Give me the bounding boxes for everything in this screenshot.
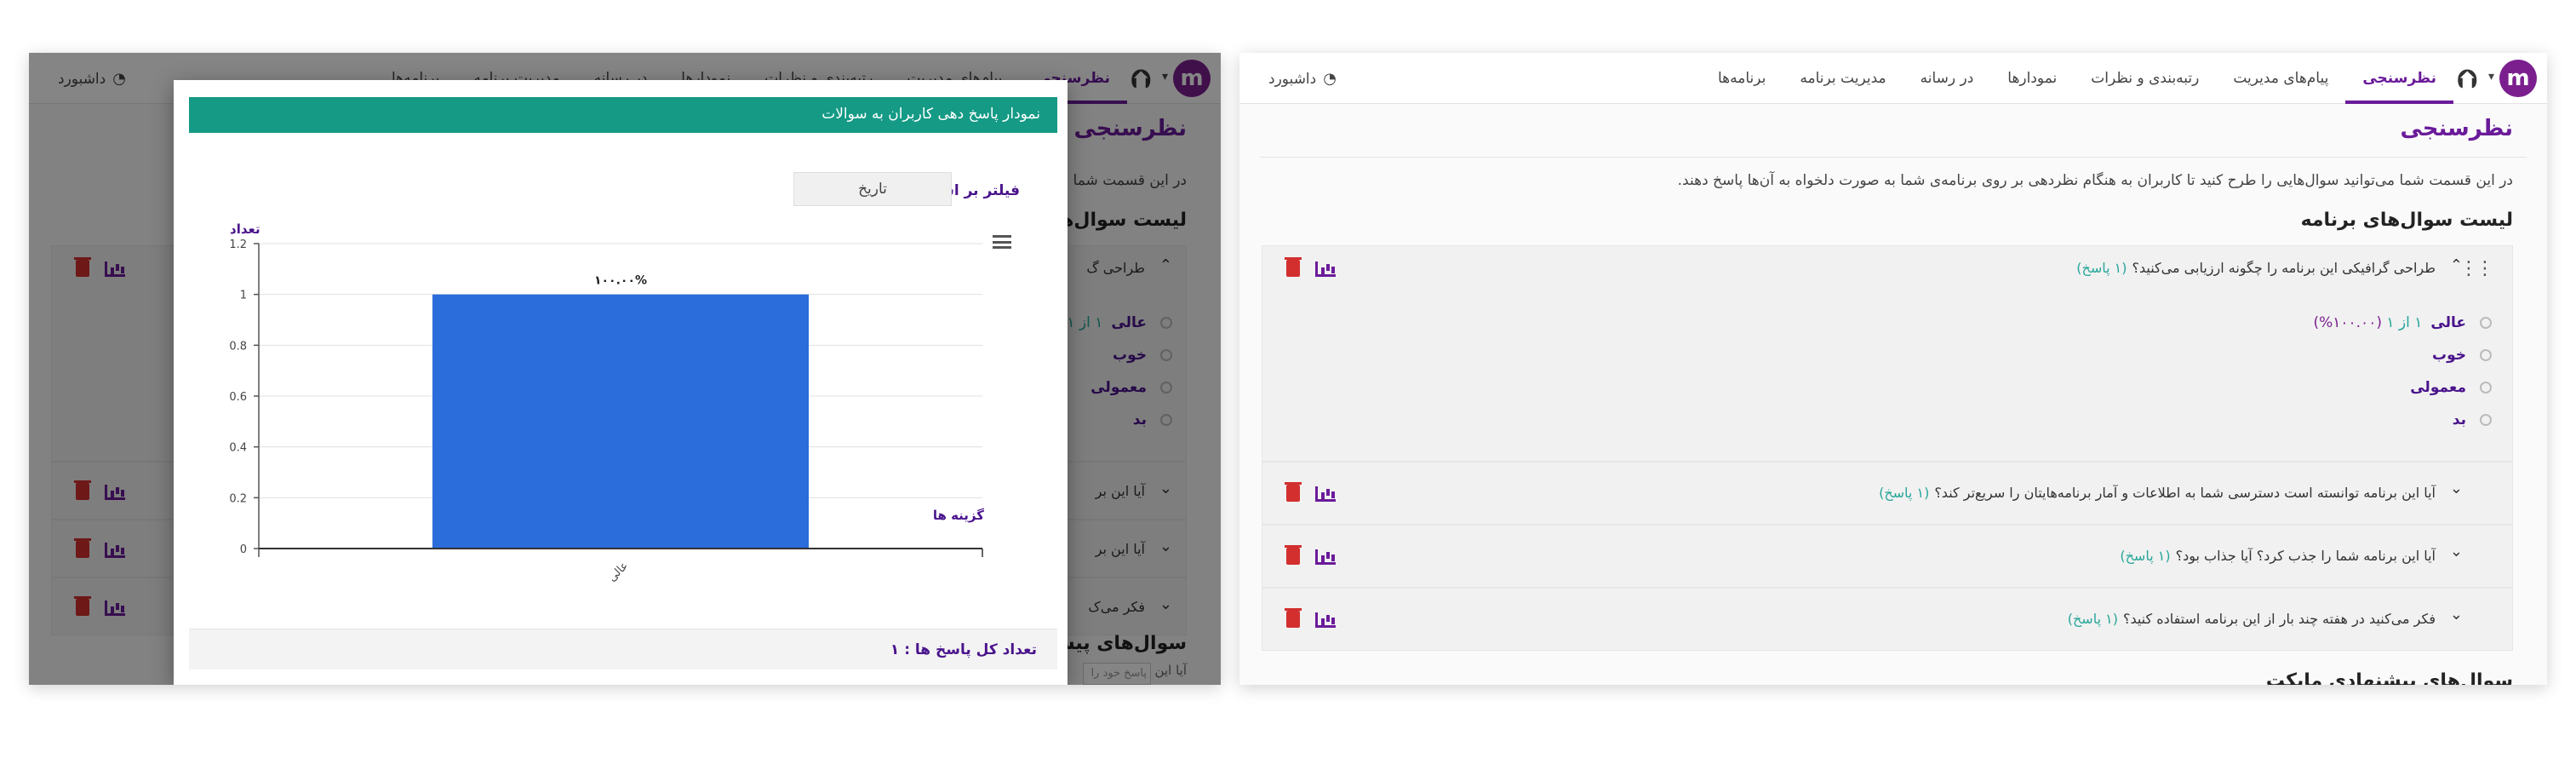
filter-select[interactable]: تاریخ xyxy=(793,172,952,206)
bar-chart-icon[interactable] xyxy=(1315,549,1336,565)
chart-y-tick-label: 0.2 xyxy=(229,492,247,505)
chart-y-tick-label: 1 xyxy=(240,290,247,302)
question-text[interactable]: آیا این برنامه شما را جذب کرد؟ آیا جذاب … xyxy=(2120,548,2436,564)
chevron-down-icon[interactable]: ⌄ xyxy=(2450,480,2463,497)
trash-icon[interactable] xyxy=(1285,608,1302,628)
nav-item-survey[interactable]: نظرسنجی xyxy=(2345,53,2453,104)
main-nav: برنامه‌ها مدیریت برنامه در رسانه نموداره… xyxy=(1701,53,2453,104)
option-row: خوب xyxy=(2432,347,2492,364)
drag-handle-icon[interactable]: ⋮⋮ xyxy=(2459,258,2494,279)
top-navbar: m ▾ ⮉ برنامه‌ها مدیریت برنامه در رسانه ن… xyxy=(1239,53,2547,104)
question-tools xyxy=(1285,482,1346,503)
chart-y-tick-label: 0 xyxy=(240,543,247,556)
chevron-down-icon[interactable]: ⌄ xyxy=(2450,543,2463,560)
survey-page-panel: m ▾ ⮉ برنامه‌ها مدیریت برنامه در رسانه ن… xyxy=(1239,53,2547,685)
nav-item-in-media[interactable]: در رسانه xyxy=(1903,53,1991,104)
responses-bar-chart: ۱۰۰.۰۰% 0 0.2 0.4 0.6 0.8 1 1.2 عالی تعداد گزین… xyxy=(229,221,984,584)
divider xyxy=(1260,157,2527,158)
main-content: نظرسنجی در این قسمت شما می‌توانید سوال‌ه… xyxy=(1239,104,2547,685)
chart-x-axis-label: گزینه ها xyxy=(933,508,984,523)
chart-y-tick-label: 0.6 xyxy=(229,391,247,404)
m-logo-icon[interactable]: m xyxy=(2499,60,2537,97)
chart-bar xyxy=(432,294,809,549)
page-title: نظرسنجی xyxy=(2400,116,2514,141)
question-text[interactable]: آیا این برنامه توانسته است دسترسی شما به… xyxy=(1879,485,2436,501)
gauge-icon: ◔ xyxy=(1323,70,1337,88)
question-tools xyxy=(1285,545,1346,566)
trash-icon[interactable] xyxy=(1285,545,1302,565)
bar-chart-icon[interactable] xyxy=(1315,486,1336,502)
question-card: ⌄ فکر می‌کنید در هفته چند بار از این برن… xyxy=(1262,588,2513,651)
nav-item-charts[interactable]: نمودارها xyxy=(1990,53,2074,104)
chevron-down-icon[interactable]: ▾ xyxy=(2488,70,2494,83)
nav-item-apps[interactable]: برنامه‌ها xyxy=(1701,53,1783,104)
suggested-questions-title: سوال‌های پیشنهادی مایکت xyxy=(2265,670,2513,685)
bar-chart-icon[interactable] xyxy=(1315,612,1336,628)
modal-header: نمودار پاسخ دهی کاربران به سوالات xyxy=(189,97,1057,133)
chart-modal: نمودار پاسخ دهی کاربران به سوالات فیلتر … xyxy=(174,80,1068,685)
total-responses: تعداد کل پاسخ ها : ۱ xyxy=(890,641,1037,658)
chart-y-tick-label: 0.8 xyxy=(229,340,247,353)
question-card: ⌄ آیا این برنامه شما را جذب کرد؟ آیا جذا… xyxy=(1262,525,2513,588)
chart-bars: ۱۰۰.۰۰% xyxy=(432,274,809,549)
chevron-down-icon[interactable]: ⌄ xyxy=(2450,606,2463,623)
modal-footer: تعداد کل پاسخ ها : ۱ xyxy=(189,629,1057,669)
chart-y-axis-label: تعداد xyxy=(230,221,260,237)
question-card: ⌄ آیا این برنامه توانسته است دسترسی شما … xyxy=(1262,462,2513,525)
radio-button[interactable] xyxy=(2480,414,2492,426)
page-intro: در این قسمت شما می‌توانید سوال‌هایی را ط… xyxy=(1677,172,2513,189)
nav-item-admin-messages[interactable]: پیام‌های مدیریت xyxy=(2216,53,2345,104)
dashboard-link[interactable]: ◔ داشبورد xyxy=(1268,70,1337,88)
dashboard-label: داشبورد xyxy=(1268,71,1317,88)
survey-page-with-modal: m ▾ ⮉ برنامه‌ها مدیریت برنامه در رسانه ن… xyxy=(29,53,1221,685)
question-text[interactable]: فکر می‌کنید در هفته چند بار از این برنام… xyxy=(2068,611,2436,627)
bar-chart-icon[interactable] xyxy=(1315,261,1336,277)
modal-title: نمودار پاسخ دهی کاربران به سوالات xyxy=(821,106,1040,123)
option-row: بد xyxy=(2453,411,2492,428)
trash-icon[interactable] xyxy=(1285,482,1302,502)
trash-icon[interactable] xyxy=(1285,257,1302,277)
brand-arrow-icon[interactable]: ⮉ xyxy=(2458,65,2477,95)
question-text[interactable]: طراحی گرافیکی این برنامه را چگونه ارزیاب… xyxy=(2076,260,2436,276)
nav-item-ratings[interactable]: رتبه‌بندی و نظرات xyxy=(2074,53,2216,104)
option-row: معمولی xyxy=(2410,379,2492,396)
question-card: ⋮⋮ ⌃ طراحی گرافیکی این برنامه را چگونه ا… xyxy=(1262,245,2513,462)
chart-y-tick-label: 0.4 xyxy=(229,442,247,455)
chart-x-tick-label: عالی xyxy=(606,560,631,584)
nav-item-app-management[interactable]: مدیریت برنامه xyxy=(1783,53,1903,104)
question-tools xyxy=(1285,257,1346,279)
chart-y-tick-label: 1.2 xyxy=(229,238,247,251)
radio-button[interactable] xyxy=(2480,382,2492,394)
chevron-up-icon[interactable]: ⌃ xyxy=(2450,256,2463,274)
radio-button[interactable] xyxy=(2480,317,2492,329)
questions-list-title: لیست سوال‌های برنامه xyxy=(2300,210,2513,231)
option-row: عالی۱ از ۱ (۱۰۰.۰۰%) xyxy=(2313,314,2492,331)
question-tools xyxy=(1285,608,1346,629)
chart-data-label: ۱۰۰.۰۰% xyxy=(594,274,647,288)
radio-button[interactable] xyxy=(2480,349,2492,361)
